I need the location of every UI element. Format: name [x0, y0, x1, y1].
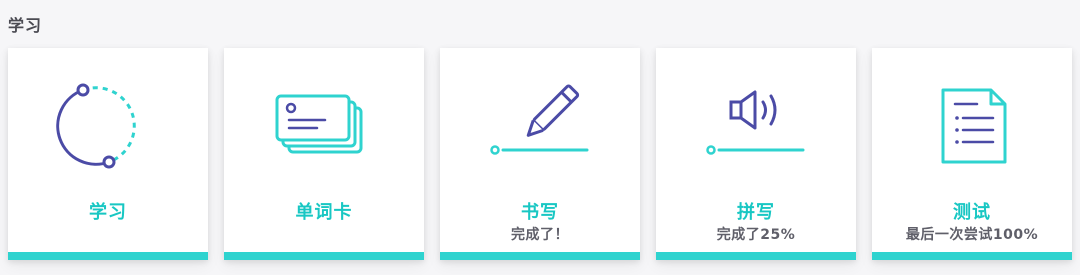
card-spell-status: 完成了25% — [716, 227, 796, 243]
card-test[interactable]: 测试 最后一次尝试100% — [872, 48, 1072, 260]
circular-progress-icon — [53, 82, 163, 172]
card-learn-label: 学习 — [89, 202, 127, 223]
card-test-label: 测试 — [953, 202, 991, 223]
pencil-icon — [485, 82, 595, 172]
card-test-accent-bar — [872, 252, 1072, 260]
card-flashcards-accent-bar — [224, 252, 424, 260]
card-write-accent-bar — [440, 252, 640, 260]
study-modes: 学习 单词卡 书写 完成了！ 拼写 完成了25% 测试 最后一次尝试100% — [8, 48, 1072, 260]
card-flashcards-label: 单词卡 — [295, 202, 353, 223]
card-test-status: 最后一次尝试100% — [905, 227, 1039, 243]
speaker-icon — [701, 82, 811, 172]
card-write-status: 完成了！ — [511, 227, 569, 243]
flashcards-icon — [269, 82, 379, 172]
card-learn-accent-bar — [8, 252, 208, 260]
card-learn[interactable]: 学习 — [8, 48, 208, 260]
card-write-label: 书写 — [521, 202, 559, 223]
card-write[interactable]: 书写 完成了！ — [440, 48, 640, 260]
document-list-icon — [917, 82, 1027, 172]
section-title: 学习 — [8, 16, 43, 35]
card-flashcards[interactable]: 单词卡 — [224, 48, 424, 260]
card-spell[interactable]: 拼写 完成了25% — [656, 48, 856, 260]
card-spell-label: 拼写 — [737, 202, 775, 223]
card-spell-accent-bar — [656, 252, 856, 260]
